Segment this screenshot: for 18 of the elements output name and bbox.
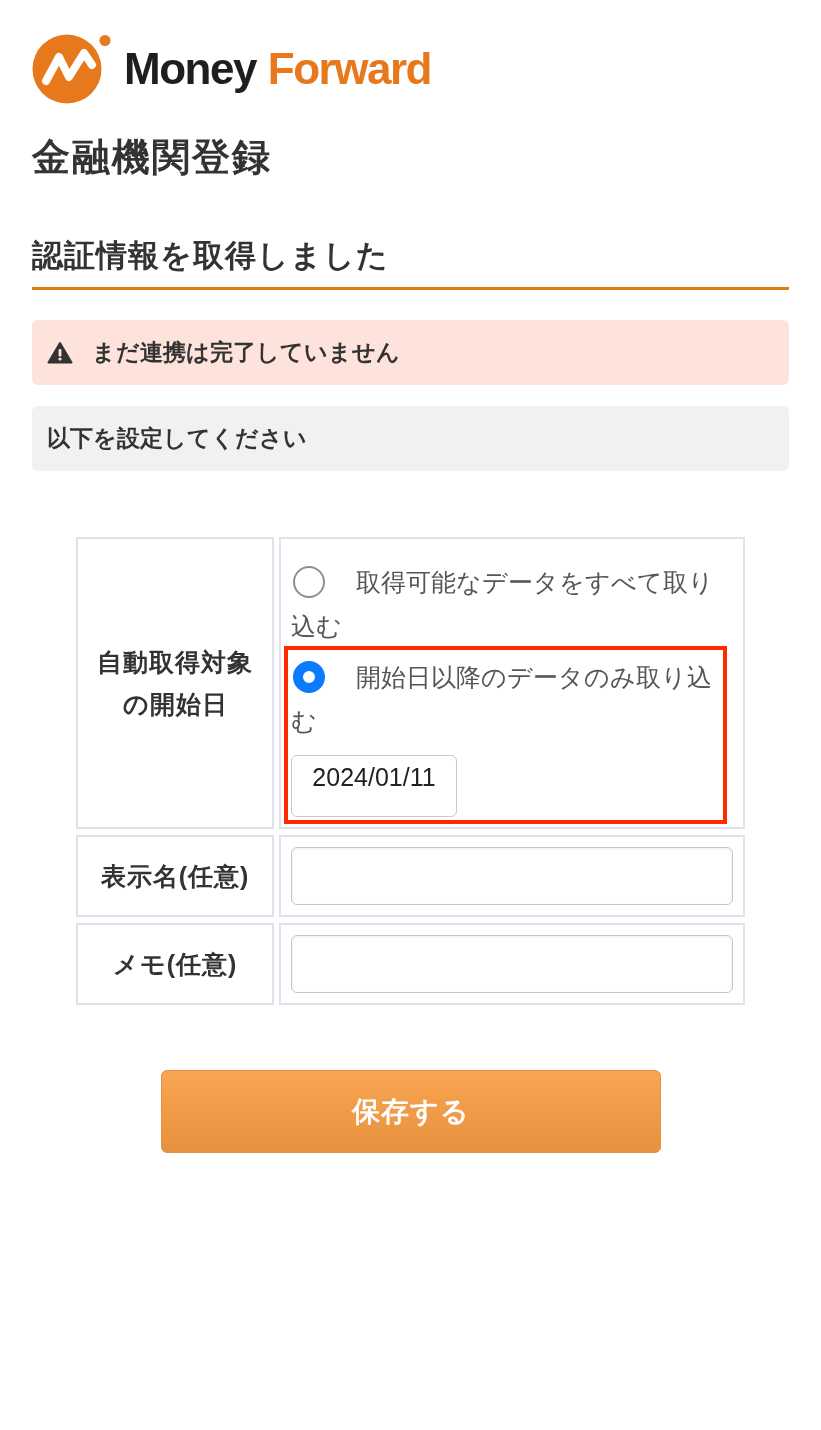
radio-button[interactable] (293, 661, 325, 694)
page-title: 金融機関登録 (32, 135, 273, 180)
radio-button[interactable] (293, 566, 325, 599)
warning-icon (47, 341, 73, 364)
radio-option[interactable]: 取得可能なデータをすべて取り込む (291, 560, 720, 648)
section-title: 認証情報を取得しました (32, 236, 789, 290)
logo-text: Forward (267, 47, 431, 91)
logo-icon (32, 34, 112, 104)
logo-text: Money (124, 47, 256, 91)
field-label: メモ(任意) (112, 949, 238, 980)
field-label: 自動取得対象の開始日 (96, 647, 254, 720)
input-field[interactable] (291, 847, 733, 905)
radio-option[interactable]: 開始日以降のデータのみ取り込む (291, 655, 720, 743)
info-message: 以下を設定してください (47, 424, 307, 453)
warning-message: まだ連携は完了していません (92, 338, 400, 367)
input-field[interactable] (291, 935, 733, 993)
field-label: 表示名(任意) (100, 861, 250, 892)
date-field[interactable]: 2024/01/11 (291, 755, 457, 817)
